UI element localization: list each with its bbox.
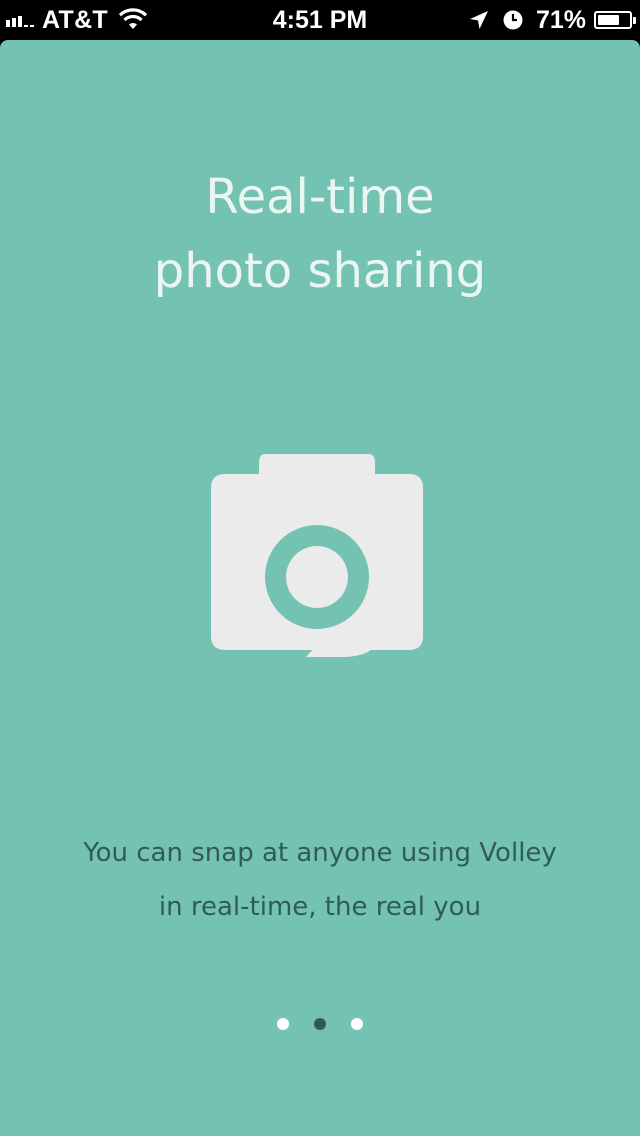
page-indicator[interactable]	[0, 1018, 640, 1030]
camera-speech-bubble-icon	[211, 454, 423, 657]
onboarding-title: Real-time photo sharing	[0, 160, 640, 308]
description-line-1: You can snap at anyone using Volley	[83, 838, 557, 868]
status-bar: AT&T 4:51 PM 71%	[0, 0, 640, 40]
status-bar-right: 71%	[468, 5, 636, 35]
page-dot-3[interactable]	[351, 1018, 363, 1030]
onboarding-card[interactable]: Real-time photo sharing You can snap at …	[0, 40, 640, 1136]
title-line-2: photo sharing	[153, 243, 487, 299]
onboarding-description: You can snap at anyone using Volley in r…	[0, 826, 640, 934]
description-line-2: in real-time, the real you	[158, 892, 482, 922]
battery-level	[598, 15, 619, 25]
battery-icon	[594, 11, 636, 29]
page-dot-1[interactable]	[277, 1018, 289, 1030]
alarm-icon	[503, 10, 523, 30]
title-line-1: Real-time	[205, 169, 435, 225]
location-icon	[469, 11, 488, 29]
page-dot-2[interactable]	[314, 1018, 326, 1030]
battery-percent: 71%	[535, 5, 586, 34]
